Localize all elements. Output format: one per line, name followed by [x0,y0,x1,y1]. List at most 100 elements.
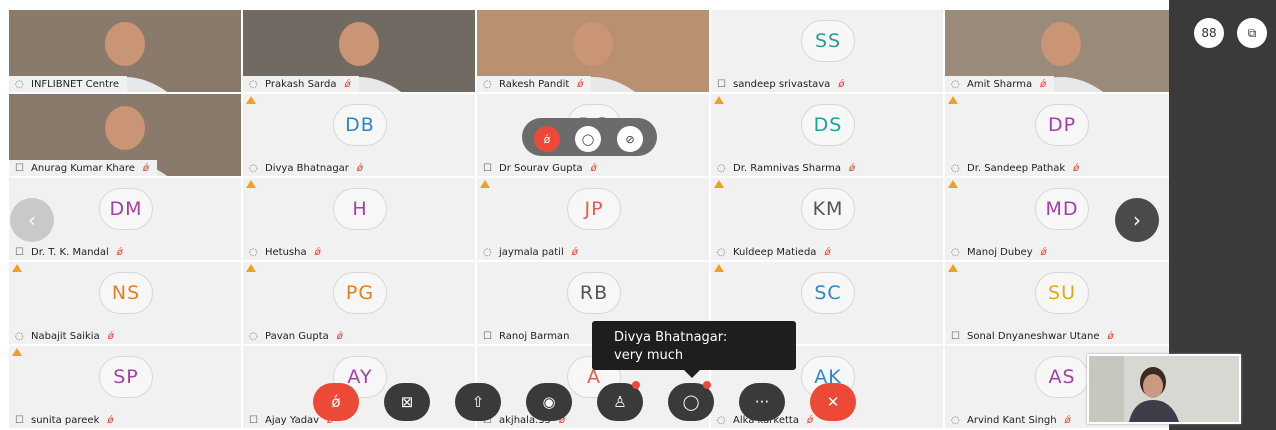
chat-preview-message: very much [614,348,684,363]
participant-name-bar: ◌ Hetusha ǿ [243,244,329,260]
participants-button[interactable]: ♙ [597,381,643,421]
warning-icon [246,180,256,188]
participant-initials-avatar: DP [1035,103,1089,146]
next-page-button[interactable]: › [1115,198,1159,242]
grid-icon: 88 [1201,26,1217,40]
warning-icon [12,264,22,272]
participant-tile[interactable]: JP ◌ jaymala patil ǿ [477,178,709,260]
phone-icon: ☐ [717,78,726,90]
participant-tile[interactable]: DS ◌ Dr. Ramnivas Sharma ǿ [711,94,943,176]
participant-name: Arvind Kant Singh [967,414,1057,426]
participant-name-bar: ☐ sandeep srivastava ǿ [711,76,853,92]
warning-icon [714,180,724,188]
mic-muted-icon: ǿ [806,414,814,426]
record-icon: ◉ [542,393,556,411]
participant-tile[interactable]: AY☐Ajay Yadavǿ [243,346,475,428]
popout-button[interactable]: ⧉ [1237,18,1267,48]
self-view-person [1089,356,1239,422]
participant-tile[interactable]: KM ◌ Kuldeep Matieda ǿ [711,178,943,260]
participant-name-bar: ◌ Dr. Sandeep Pathak ǿ [945,160,1088,176]
mic-muted-icon: ǿ [543,132,551,146]
participant-name: Amit Sharma [967,78,1033,90]
phone-icon: ☐ [483,162,492,174]
mic-muted-icon: ǿ [577,78,584,90]
participant-name: Prakash Sarda [265,78,337,90]
record-button[interactable]: ◉ [526,383,572,421]
warning-icon [948,264,958,272]
warning-icon [246,96,256,104]
participant-name-bar: ◌ Manoj Dubey ǿ [945,244,1055,260]
self-view-video[interactable] [1087,354,1241,424]
participant-name-bar: ◌ Rakesh Pandit ǿ [477,76,592,92]
stop-video-participant-button[interactable]: ⊘ [617,126,643,152]
mic-muted-icon: ǿ [1040,78,1047,90]
participant-name-bar: ◌ Pavan Gupta ǿ [243,328,351,344]
participant-initials-avatar: KM [801,187,855,230]
participant-name: Dr. Ramnivas Sharma [733,162,842,174]
participant-tile[interactable]: SP ☐ sunita pareek ǿ [9,346,241,428]
participant-tile[interactable]: NS ◌ Nabajit Saikia ǿ [9,262,241,344]
mute-button[interactable]: ǿ [313,383,359,421]
participant-mini-toolbar: ǿ ◯ ⊘ [522,118,657,156]
chat-button[interactable]: ◯ [668,381,714,421]
chat-participant-button[interactable]: ◯ [575,126,601,152]
chat-preview-sender: Divya Bhatnagar: [614,330,728,345]
participant-tile[interactable]: ◌ Prakash Sarda ǿ [243,10,475,92]
participant-name: INFLIBNET Centre [31,78,120,90]
participant-name: Pavan Gupta [265,330,329,342]
participant-tile[interactable]: H ◌ Hetusha ǿ [243,178,475,260]
participant-tile[interactable]: DB ◌ Divya Bhatnagar ǿ [243,94,475,176]
headset-icon: ◌ [717,246,726,258]
participant-tile[interactable]: ◌ INFLIBNET Centre [9,10,241,92]
participant-name-bar: ◌ Divya Bhatnagar ǿ [243,160,372,176]
layout-grid-button[interactable]: 88 [1194,18,1224,48]
chevron-left-icon: ‹ [28,208,36,232]
participant-tile[interactable]: PG ◌ Pavan Gupta ǿ [243,262,475,344]
mute-participant-button[interactable]: ǿ [534,126,560,152]
participant-name-bar: ☐ Dr. T. K. Mandal ǿ [9,244,131,260]
more-options-button[interactable]: ··· [739,383,785,421]
warning-icon [714,96,724,104]
participant-initials-avatar: RB [567,271,621,314]
mic-muted-icon: ǿ [314,246,321,258]
participant-name-bar: ☐ Anurag Kumar Khare ǿ [9,160,158,176]
participant-name-bar: ☐ Sonal Dnyaneshwar Utane ǿ [945,328,1122,344]
participant-name: Dr Sourav Gupta [499,162,583,174]
participant-initials-avatar: AS [1035,355,1089,398]
participant-name-bar: ◌ Kuldeep Matieda ǿ [711,244,839,260]
leave-meeting-button[interactable]: ✕ [810,383,856,421]
mic-muted-icon: ǿ [1040,246,1047,258]
video-off-icon: ⊘ [625,132,635,146]
participant-tile[interactable]: ◌ Amit Sharma ǿ [945,10,1177,92]
participant-name: Ajay Yadav [265,414,320,426]
headset-icon: ◌ [483,78,492,90]
chat-preview-tooltip: Divya Bhatnagar: very much [592,321,796,378]
participant-name-bar: ◌ Nabajit Saikia ǿ [9,328,122,344]
headset-icon: ◌ [951,246,960,258]
participant-initials-avatar: DB [333,103,387,146]
participant-name: Ranoj Barman [499,330,570,342]
participant-tile[interactable]: SS ☐ sandeep srivastava ǿ [711,10,943,92]
participant-name-bar: ◌ INFLIBNET Centre [9,76,128,92]
share-icon: ⇧ [471,393,485,411]
participant-tile[interactable]: SU ☐ Sonal Dnyaneshwar Utane ǿ [945,262,1177,344]
more-dots-icon: ··· [754,393,770,411]
headset-icon: ◌ [951,78,960,90]
participant-tile[interactable]: ◌ Rakesh Pandit ǿ [477,10,709,92]
previous-page-button[interactable]: ‹ [10,198,54,242]
warning-icon [948,96,958,104]
participant-name-bar: ◌ Arvind Kant Singh ǿ [945,412,1079,428]
share-button[interactable]: ⇧ [455,383,501,421]
participant-initials-avatar: SP [99,355,153,398]
mic-muted-icon: ǿ [849,162,856,174]
stop-video-button[interactable]: ⊠ [384,383,430,421]
participant-tile[interactable]: ☐ Anurag Kumar Khare ǿ [9,94,241,176]
participant-name: Dr. T. K. Mandal [31,246,109,258]
participant-name-bar: ☐ Ranoj Barman [477,328,578,344]
participant-name: Nabajit Saikia [31,330,100,342]
phone-icon: ☐ [15,246,24,258]
participant-initials-avatar: DM [99,187,153,230]
participant-tile[interactable]: DP ◌ Dr. Sandeep Pathak ǿ [945,94,1177,176]
mic-muted-icon: ǿ [590,162,597,174]
headset-icon: ◌ [717,414,726,426]
